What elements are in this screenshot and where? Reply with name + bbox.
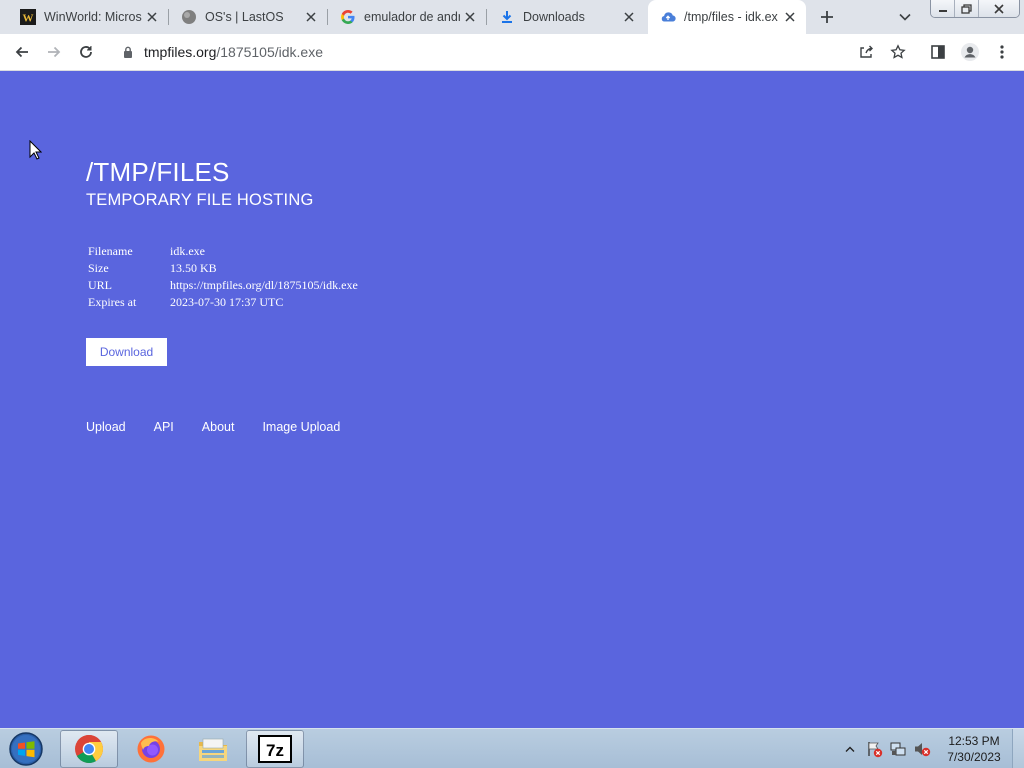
close-tab-icon[interactable]	[301, 7, 321, 27]
tab-strip: W WinWorld: Micros OS's | LastOS emulado…	[0, 0, 1024, 34]
tab-lastos[interactable]: OS's | LastOS	[169, 0, 327, 34]
download-button[interactable]: Download	[86, 338, 167, 366]
clock-time: 12:53 PM	[948, 734, 1000, 748]
side-panel-icon	[931, 45, 945, 59]
url-value[interactable]: https://tmpfiles.org/dl/1875105/idk.exe	[168, 277, 360, 294]
plus-icon	[821, 11, 833, 23]
bookmark-button[interactable]	[884, 38, 912, 66]
tab-search-button[interactable]	[892, 5, 918, 29]
share-button[interactable]	[852, 38, 880, 66]
taskbar: 7z 12:53 PM 7/30/2023	[0, 728, 1024, 768]
size-value: 13.50 KB	[170, 261, 217, 275]
start-button[interactable]	[6, 730, 46, 768]
url-label: URL	[88, 278, 112, 292]
footer-link-api[interactable]: API	[154, 420, 174, 434]
footer-link-about[interactable]: About	[202, 420, 235, 434]
size-label: Size	[88, 261, 109, 275]
back-button[interactable]	[8, 38, 36, 66]
windows-start-icon	[9, 732, 43, 766]
expires-value: 2023-07-30 17:37 UTC	[170, 295, 284, 309]
taskbar-file-explorer[interactable]	[184, 730, 242, 768]
winworld-icon: W	[20, 9, 36, 25]
restore-icon	[961, 3, 972, 14]
more-vert-icon	[1000, 45, 1004, 59]
taskbar-7zip[interactable]: 7z	[246, 730, 304, 768]
tab-google-search[interactable]: emulador de andr	[328, 0, 486, 34]
table-row: URL https://tmpfiles.org/dl/1875105/idk.…	[86, 277, 360, 294]
restore-button[interactable]	[955, 0, 979, 17]
volume-muted-icon[interactable]	[910, 739, 934, 759]
reload-button[interactable]	[72, 38, 100, 66]
avatar-icon	[961, 43, 979, 61]
close-window-button[interactable]	[979, 0, 1019, 17]
system-tray: 12:53 PM 7/30/2023	[838, 729, 1024, 768]
file-info-table: Filename idk.exe Size 13.50 KB URL https…	[86, 243, 360, 311]
close-tab-icon[interactable]	[142, 7, 162, 27]
lock-icon[interactable]	[120, 46, 136, 58]
network-icon[interactable]	[886, 739, 910, 759]
profile-button[interactable]	[956, 38, 984, 66]
address-bar[interactable]: tmpfiles.org/1875105/idk.exe	[108, 38, 920, 66]
forward-button[interactable]	[40, 38, 68, 66]
table-row: Expires at 2023-07-30 17:37 UTC	[86, 294, 360, 311]
svg-text:7z: 7z	[266, 741, 284, 760]
footer-nav: Upload API About Image Upload	[86, 420, 368, 434]
cloud-upload-icon	[660, 9, 676, 25]
show-hidden-icons-button[interactable]	[838, 739, 862, 759]
reload-icon	[80, 46, 92, 58]
minimize-icon	[938, 9, 947, 12]
filename-value: idk.exe	[170, 244, 205, 258]
page-content: /TMP/FILES TEMPORARY FILE HOSTING Filena…	[0, 71, 1024, 728]
arrow-left-icon	[15, 46, 28, 58]
firefox-icon	[137, 735, 165, 763]
chevron-up-icon	[845, 746, 855, 752]
table-row: Size 13.50 KB	[86, 260, 360, 277]
star-icon	[890, 44, 906, 59]
expires-label: Expires at	[88, 295, 137, 309]
chevron-down-icon	[899, 13, 911, 21]
site-subtitle: TEMPORARY FILE HOSTING	[86, 191, 314, 209]
close-icon	[994, 3, 1004, 14]
tab-winworld[interactable]: W WinWorld: Micros	[8, 0, 168, 34]
download-icon	[499, 9, 515, 25]
menu-button[interactable]	[988, 38, 1016, 66]
share-icon	[860, 45, 873, 58]
show-desktop-button[interactable]	[1012, 729, 1024, 768]
side-panel-button[interactable]	[924, 38, 952, 66]
footer-link-image-upload[interactable]: Image Upload	[262, 420, 340, 434]
close-tab-icon[interactable]	[460, 7, 480, 27]
window-controls	[930, 0, 1020, 18]
action-center-icon[interactable]	[862, 739, 886, 759]
new-tab-button[interactable]	[814, 5, 840, 29]
file-explorer-icon	[199, 738, 227, 761]
7zip-icon: 7z	[258, 735, 292, 763]
tab-downloads[interactable]: Downloads	[487, 0, 645, 34]
url-text: tmpfiles.org/1875105/idk.exe	[144, 44, 323, 60]
tab-tmpfiles[interactable]: /tmp/files - idk.ex	[648, 0, 806, 34]
mouse-cursor-icon	[29, 139, 43, 165]
browser-toolbar: tmpfiles.org/1875105/idk.exe	[0, 34, 1024, 71]
clock-date: 7/30/2023	[947, 750, 1001, 764]
close-tab-icon[interactable]	[619, 7, 639, 27]
google-icon	[340, 9, 356, 25]
site-title: /TMP/FILES	[86, 157, 230, 187]
close-tab-icon[interactable]	[780, 7, 800, 27]
lastos-icon	[181, 9, 197, 25]
arrow-right-icon	[48, 46, 61, 58]
minimize-button[interactable]	[931, 0, 955, 17]
footer-link-upload[interactable]: Upload	[86, 420, 126, 434]
filename-label: Filename	[88, 244, 133, 258]
taskbar-chrome[interactable]	[60, 730, 118, 768]
taskbar-firefox[interactable]	[122, 730, 180, 768]
table-row: Filename idk.exe	[86, 243, 360, 260]
chrome-icon	[75, 735, 103, 763]
svg-text:W: W	[23, 13, 34, 25]
taskbar-clock[interactable]: 12:53 PM 7/30/2023	[942, 733, 1006, 765]
